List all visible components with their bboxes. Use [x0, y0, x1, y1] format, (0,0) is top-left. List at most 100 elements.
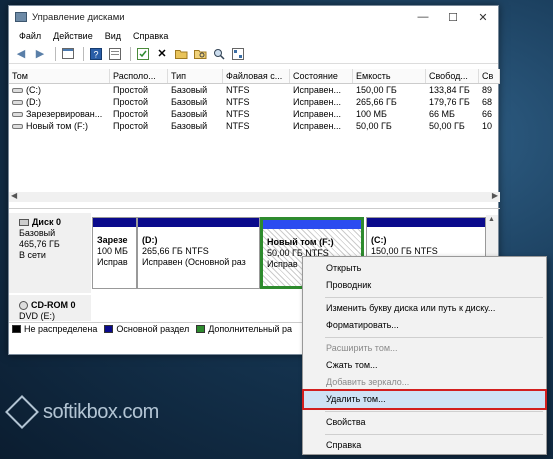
column-header-status[interactable]: Состояние	[290, 69, 353, 83]
legend-item: Основной раздел	[104, 324, 189, 334]
view-settings-icon[interactable]	[230, 46, 246, 62]
close-button[interactable]: ✕	[468, 6, 498, 28]
volume-type: Базовый	[171, 85, 208, 95]
column-header-free-percent[interactable]: Св	[479, 69, 500, 83]
partition-size: 265,66 ГБ NTFS	[142, 246, 209, 256]
back-icon[interactable]: ◀	[13, 46, 29, 62]
toolbar-divider	[130, 46, 131, 61]
menu-item-add-mirror: Добавить зеркало...	[326, 377, 410, 387]
volume-icon	[12, 124, 23, 130]
volume-free: 50,00 ГБ	[429, 121, 465, 131]
volume-status: Исправен...	[293, 97, 342, 107]
volume-capacity: 100 МБ	[356, 109, 387, 119]
volume-name: (C:)	[9, 84, 110, 96]
table-row[interactable]: Новый том (F:) Простой Базовый NTFS Испр…	[9, 120, 500, 132]
menu-item-open[interactable]: Открыть	[304, 260, 545, 277]
properties-icon[interactable]	[135, 46, 151, 62]
menu-item-help[interactable]: Справка	[304, 437, 545, 454]
minimize-button[interactable]: —	[408, 6, 438, 28]
partition-name: Зарезе	[97, 235, 128, 245]
disk-0-label[interactable]: Диск 0 Базовый 465,76 ГБ В сети	[9, 213, 91, 293]
volume-type: Базовый	[171, 109, 208, 119]
volume-filesystem: NTFS	[226, 109, 250, 119]
column-header-free[interactable]: Свобод...	[426, 69, 479, 83]
volume-free: 66 МБ	[429, 109, 455, 119]
volume-free-percent: 66	[482, 109, 493, 119]
volume-capacity: 50,00 ГБ	[356, 121, 392, 131]
maximize-button[interactable]: ☐	[438, 6, 468, 28]
column-header-filesystem[interactable]: Файловая с...	[223, 69, 290, 83]
partition-d[interactable]: (D:) 265,66 ГБ NTFS Исправен (Основной р…	[137, 217, 260, 289]
column-header-volume[interactable]: Том	[9, 69, 110, 83]
volume-filesystem: NTFS	[226, 121, 250, 131]
volume-layout: Простой	[113, 121, 149, 131]
explore-icon[interactable]	[192, 46, 208, 62]
partition-status: Исправ	[97, 257, 128, 267]
volume-status: Исправен...	[293, 109, 342, 119]
title-bar[interactable]: Управление дисками — ☐ ✕	[9, 6, 498, 28]
column-header-capacity[interactable]: Емкость	[353, 69, 426, 83]
disk-type: Базовый	[19, 228, 56, 238]
menu-item-change-letter[interactable]: Изменить букву диска или путь к диску...	[304, 300, 545, 317]
menu-item-delete-volume[interactable]: Удалить том...	[302, 389, 547, 410]
partition-name: Новый том (F:)	[267, 237, 334, 247]
view-icon[interactable]	[60, 46, 76, 62]
cdrom-label[interactable]: CD-ROM 0 DVD (E:)	[9, 295, 91, 321]
toolbar: ◀ ▶ ? ✕	[9, 44, 498, 64]
watermark-text: softikbox.com	[43, 400, 159, 423]
menu-view[interactable]: Вид	[99, 31, 127, 41]
menu-action[interactable]: Действие	[47, 31, 99, 41]
menu-separator	[325, 297, 543, 298]
toolbar-divider	[83, 46, 84, 61]
volume-layout: Простой	[113, 97, 149, 107]
toolbar-divider	[55, 46, 56, 61]
partition-name: (C:)	[371, 235, 387, 245]
menu-file[interactable]: Файл	[13, 31, 47, 41]
menu-item-format[interactable]: Форматировать...	[304, 317, 545, 334]
context-menu: Открыть Проводник Изменить букву диска и…	[302, 256, 547, 455]
volume-filesystem: NTFS	[226, 97, 250, 107]
menu-item-explore[interactable]: Проводник	[304, 277, 545, 294]
column-header-type[interactable]: Тип	[168, 69, 223, 83]
disk-icon	[19, 219, 29, 226]
table-row[interactable]: (D:) Простой Базовый NTFS Исправен... 26…	[9, 96, 500, 108]
menu-separator	[325, 337, 543, 338]
volume-icon	[12, 112, 23, 118]
volume-free-percent: 89	[482, 85, 493, 95]
scroll-up-icon[interactable]: ▲	[488, 216, 495, 223]
partition-bar	[138, 218, 259, 227]
legend-item: Не распределена	[12, 324, 97, 334]
table-row[interactable]: Зарезервирован... Простой Базовый NTFS И…	[9, 108, 500, 120]
partition-bar	[367, 218, 485, 227]
rescan-icon[interactable]	[211, 46, 227, 62]
volume-list-header: Том Располо... Тип Файловая с... Состоян…	[9, 69, 500, 84]
menu-help[interactable]: Справка	[127, 31, 174, 41]
open-icon[interactable]	[173, 46, 189, 62]
svg-text:?: ?	[94, 49, 99, 59]
volume-layout: Простой	[113, 109, 149, 119]
volume-free-percent: 10	[482, 121, 493, 131]
scroll-right-icon[interactable]: ▶	[492, 191, 498, 200]
volume-icon	[12, 88, 23, 94]
table-row[interactable]: (C:) Простой Базовый NTFS Исправен... 15…	[9, 84, 500, 96]
partition-size: 100 МБ	[97, 246, 128, 256]
scroll-left-icon[interactable]: ◀	[11, 191, 17, 200]
volume-status: Исправен...	[293, 85, 342, 95]
app-icon	[15, 12, 27, 22]
delete-icon[interactable]: ✕	[154, 46, 170, 62]
help-book-icon[interactable]	[107, 46, 123, 62]
disk-size: 465,76 ГБ	[19, 239, 60, 249]
forward-icon[interactable]: ▶	[32, 46, 48, 62]
menu-item-properties[interactable]: Свойства	[304, 414, 545, 431]
column-header-layout[interactable]: Располо...	[110, 69, 168, 83]
legend-swatch-primary	[104, 325, 114, 333]
menu-item-extend: Расширить том...	[326, 343, 398, 353]
volume-icon	[12, 100, 23, 106]
help-icon[interactable]: ?	[88, 46, 104, 62]
volume-name: Зарезервирован...	[9, 108, 110, 120]
menu-item-shrink[interactable]: Сжать том...	[304, 357, 545, 374]
horizontal-scrollbar[interactable]: ◀ ▶	[9, 191, 500, 202]
window-title: Управление дисками	[32, 11, 125, 23]
partition-reserved[interactable]: Зарезе 100 МБ Исправ	[92, 217, 137, 289]
disk-name: Диск 0	[32, 217, 61, 227]
